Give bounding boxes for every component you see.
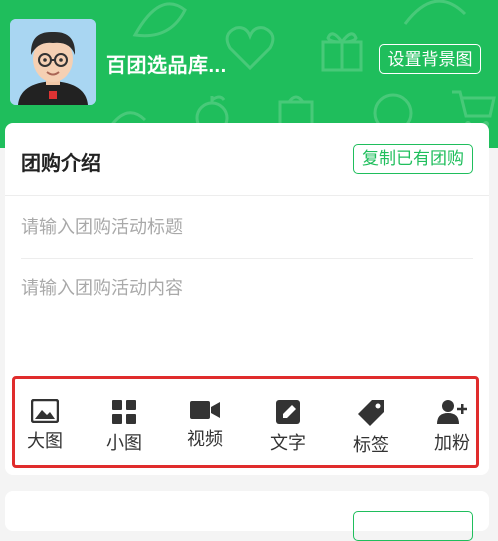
avatar-cartoon-icon: [10, 19, 96, 105]
tool-label: 标签: [353, 435, 389, 455]
tool-small-image[interactable]: 小图: [94, 399, 154, 455]
small-image-grid-icon: [112, 400, 136, 424]
title-input[interactable]: [21, 217, 473, 238]
card-title: 团购介绍: [21, 153, 101, 175]
copy-existing-group-buy-button[interactable]: 复制已有团购: [353, 144, 473, 174]
large-image-icon: [31, 399, 59, 423]
tool-label: 大图: [27, 431, 63, 451]
next-section-card: [5, 491, 489, 541]
tool-label: 视频: [187, 429, 223, 449]
tool-label: 加粉: [434, 433, 470, 453]
edit-text-icon: [276, 400, 300, 424]
bg-pattern-heart-icon: [225, 26, 275, 71]
tool-text[interactable]: 文字: [258, 399, 318, 455]
tool-video[interactable]: 视频: [175, 399, 235, 451]
shop-name: 百团选品库...: [106, 55, 227, 77]
tool-large-image[interactable]: 大图: [15, 399, 75, 453]
bg-pattern-leaf-icon: [132, 2, 187, 38]
add-follower-icon: [437, 400, 467, 424]
next-section-button[interactable]: [353, 511, 473, 541]
content-type-toolbar: 大图 小图 视频 文字 标签 加粉: [12, 376, 479, 468]
divider: [5, 195, 489, 196]
tag-icon: [358, 400, 384, 426]
set-background-button[interactable]: 设置背景图: [379, 44, 481, 74]
divider: [21, 258, 473, 259]
tool-label: 文字: [270, 433, 306, 453]
bg-pattern-leaf-icon: [403, 0, 467, 25]
content-input[interactable]: [21, 274, 473, 364]
tool-label: 小图: [106, 433, 142, 453]
avatar[interactable]: [10, 19, 96, 105]
tool-add-follower[interactable]: 加粉: [422, 399, 482, 455]
tool-tag[interactable]: 标签: [341, 399, 401, 457]
bg-pattern-gift-icon: [321, 32, 363, 72]
video-camera-icon: [190, 401, 220, 419]
